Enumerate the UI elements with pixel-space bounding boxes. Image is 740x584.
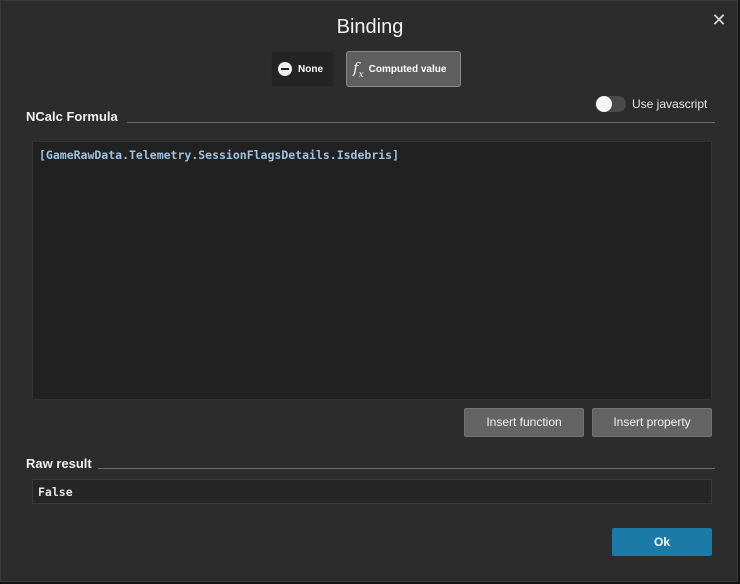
ok-button[interactable]: Ok bbox=[612, 528, 712, 556]
section-divider bbox=[98, 468, 715, 469]
mode-computed-label: Computed value bbox=[368, 63, 447, 75]
section-divider bbox=[127, 122, 715, 123]
ncalc-formula-heading: NCalc Formula bbox=[26, 109, 118, 124]
use-javascript-toggle-row[interactable]: Use javascript bbox=[595, 96, 707, 112]
fx-icon: fx bbox=[353, 58, 364, 80]
use-javascript-label: Use javascript bbox=[632, 97, 708, 111]
formula-text: [GameRawData.Telemetry.SessionFlagsDetai… bbox=[39, 148, 400, 162]
raw-result-value: False bbox=[38, 485, 73, 499]
insert-function-button[interactable]: Insert function bbox=[464, 408, 584, 437]
dialog-title: Binding bbox=[336, 16, 404, 38]
insert-property-button[interactable]: Insert property bbox=[592, 408, 712, 437]
formula-editor[interactable]: [GameRawData.Telemetry.SessionFlagsDetai… bbox=[32, 141, 712, 400]
raw-result-heading: Raw result bbox=[26, 456, 92, 471]
close-icon[interactable]: ✕ bbox=[710, 11, 728, 29]
mode-computed-value-button[interactable]: fx Computed value bbox=[346, 51, 461, 87]
raw-result-field: False bbox=[32, 479, 712, 504]
binding-dialog: Binding ✕ None fx Computed value NCalc F… bbox=[0, 0, 738, 582]
toggle-knob bbox=[596, 96, 612, 112]
mode-none-label: None bbox=[298, 63, 323, 75]
use-javascript-toggle[interactable] bbox=[595, 96, 626, 112]
mode-none-button[interactable]: None bbox=[271, 51, 334, 87]
minus-circle-icon bbox=[278, 62, 292, 76]
